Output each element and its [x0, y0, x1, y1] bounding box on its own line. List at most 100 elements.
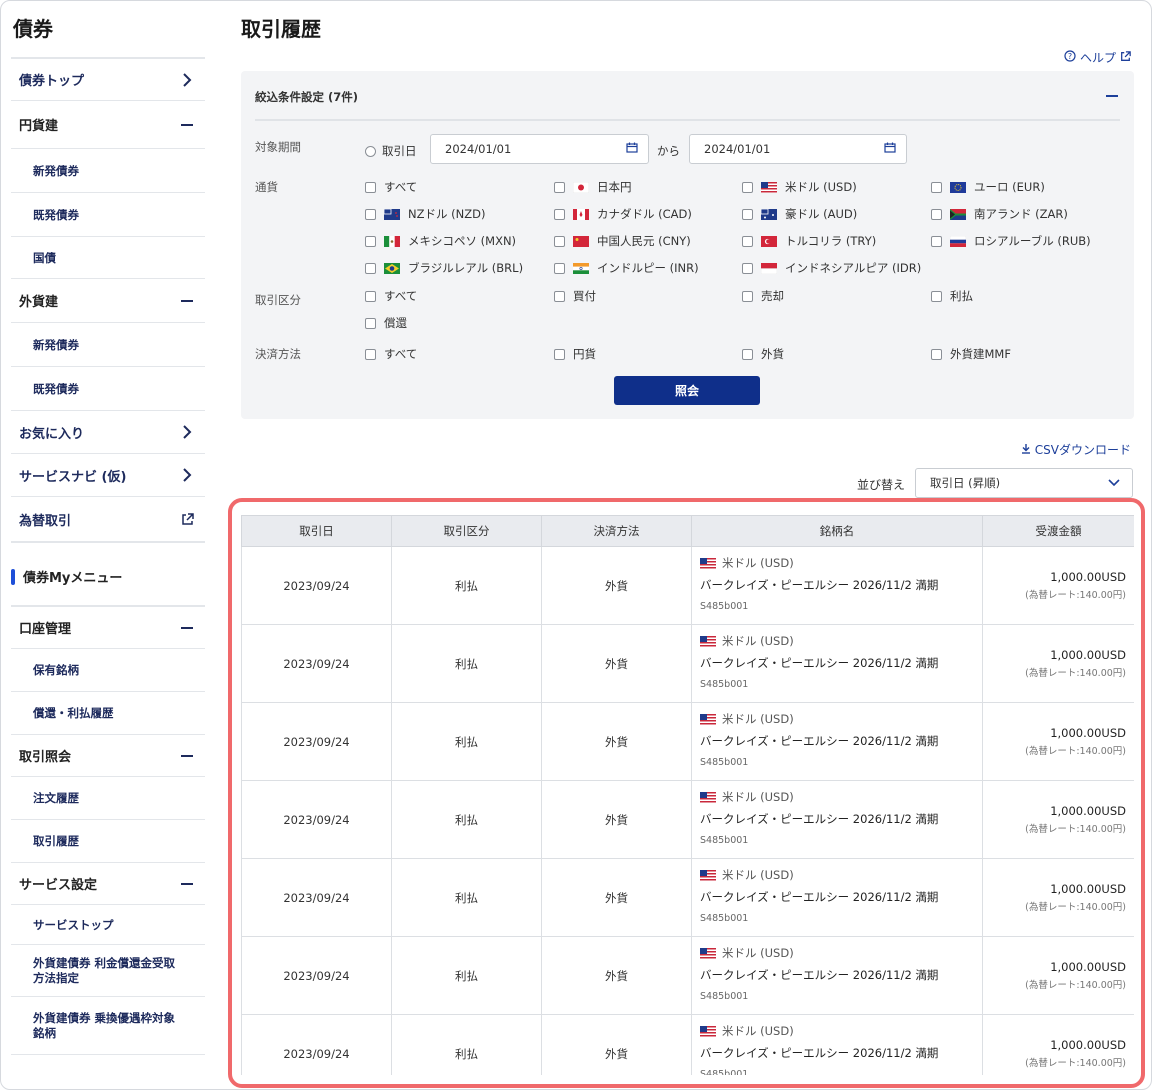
collapse-icon[interactable] [1106, 95, 1118, 97]
bond-name-link[interactable]: バークレイズ・ピーエルシー 2026/11/2 満期 [700, 1045, 982, 1061]
table-row[interactable]: 2023/09/24 利払 外貨 米ドル (USD) バークレイズ・ピーエルシー… [241, 1014, 1134, 1075]
help-link[interactable]: ? ヘルプ [1064, 49, 1131, 66]
currency-option-try[interactable]: トルコリラ (TRY) [742, 233, 876, 249]
trade-type-option-interest[interactable]: 利払 [931, 288, 973, 304]
checkbox[interactable] [742, 181, 753, 193]
currency-option-rub[interactable]: ロシアルーブル (RUB) [931, 233, 1091, 249]
checkbox[interactable] [742, 235, 753, 247]
checkbox[interactable] [365, 317, 376, 329]
table-row[interactable]: 2023/09/24 利払 外貨 米ドル (USD) バークレイズ・ピーエルシー… [241, 780, 1134, 859]
checkbox[interactable] [365, 208, 376, 220]
currency-option-cad[interactable]: カナダドル (CAD) [554, 206, 692, 222]
checkbox[interactable] [365, 235, 376, 247]
search-button[interactable]: 照会 [614, 376, 760, 405]
sidebar-item-holdings[interactable]: 保有銘柄 [11, 649, 205, 692]
bond-name-link[interactable]: バークレイズ・ピーエルシー 2026/11/2 満期 [700, 577, 982, 593]
table-row[interactable]: 2023/09/24 利払 外貨 米ドル (USD) バークレイズ・ピーエルシー… [241, 546, 1134, 625]
sidebar-group-yen[interactable]: 円貨建 [11, 101, 205, 149]
checkbox[interactable] [554, 290, 565, 302]
sidebar-item-receipt-method[interactable]: 外貨建債券 利金償還金受取 方法指定 [11, 945, 205, 997]
sidebar-item-bond-top[interactable]: 債券トップ [11, 57, 205, 101]
currency-option-mxn[interactable]: メキシコペソ (MXN) [365, 233, 516, 249]
currency-option-idr[interactable]: インドネシアルピア (IDR) [742, 260, 921, 276]
trade-type-option-buy[interactable]: 買付 [554, 288, 596, 304]
column-header-bond-name[interactable]: 銘柄名 [691, 515, 983, 547]
sidebar-item-foreign-new[interactable]: 新発債券 [11, 323, 205, 367]
bond-name-link[interactable]: バークレイズ・ピーエルシー 2026/11/2 満期 [700, 733, 982, 749]
currency-option-eur[interactable]: ユーロ (EUR) [931, 179, 1045, 195]
calendar-icon[interactable] [626, 142, 638, 156]
checkbox[interactable] [365, 181, 376, 193]
sidebar-group-account[interactable]: 口座管理 [11, 605, 205, 649]
currency-option-zar[interactable]: 南アランド (ZAR) [931, 206, 1068, 222]
checkbox[interactable] [554, 208, 565, 220]
sidebar-item-switch-benefit[interactable]: 外貨建債券 乗換優遇枠対象 銘柄 [11, 997, 205, 1055]
checkbox[interactable] [931, 348, 942, 360]
column-header-settlement[interactable]: 決済方法 [541, 515, 692, 547]
date-from-input[interactable]: 2024/01/01 [430, 134, 649, 164]
table-row[interactable]: 2023/09/24 利払 外貨 米ドル (USD) バークレイズ・ピーエルシー… [241, 858, 1134, 937]
sidebar-item-service-top[interactable]: サービストップ [11, 905, 205, 945]
sidebar-group-service-settings[interactable]: サービス設定 [11, 863, 205, 905]
checkbox[interactable] [554, 262, 565, 274]
sidebar-item-foreign-existing[interactable]: 既発債券 [11, 367, 205, 411]
bond-name-link[interactable]: バークレイズ・ピーエルシー 2026/11/2 満期 [700, 811, 982, 827]
checkbox[interactable] [554, 181, 565, 193]
checkbox[interactable] [365, 290, 376, 302]
sidebar-group-foreign[interactable]: 外貨建 [11, 279, 205, 323]
checkbox[interactable] [365, 262, 376, 274]
checkbox[interactable] [931, 181, 942, 193]
checkbox[interactable] [365, 348, 376, 360]
cell-date: 2023/09/24 [241, 1014, 392, 1075]
sort-select[interactable]: 取引日 (昇順) [915, 468, 1133, 498]
trade-type-option-sell[interactable]: 売却 [742, 288, 784, 304]
sidebar-item-trade-history[interactable]: 取引履歴 [11, 820, 205, 863]
checkbox[interactable] [742, 290, 753, 302]
checkbox[interactable] [742, 262, 753, 274]
checkbox[interactable] [742, 208, 753, 220]
bond-name-link[interactable]: バークレイズ・ピーエルシー 2026/11/2 満期 [700, 655, 982, 671]
column-header-type[interactable]: 取引区分 [391, 515, 542, 547]
bond-name-link[interactable]: バークレイズ・ピーエルシー 2026/11/2 満期 [700, 889, 982, 905]
sidebar-item-jgb[interactable]: 国債 [11, 237, 205, 279]
checkbox[interactable] [554, 348, 565, 360]
currency-option-inr[interactable]: インドルピー (INR) [554, 260, 699, 276]
currency-option-jpy[interactable]: 日本円 [554, 179, 632, 195]
settlement-option-mmf[interactable]: 外貨建MMF [931, 346, 1011, 362]
checkbox[interactable] [742, 348, 753, 360]
checkbox[interactable] [931, 290, 942, 302]
radio-button[interactable] [365, 145, 376, 157]
currency-option-nzd[interactable]: NZドル (NZD) [365, 206, 485, 222]
sidebar-group-inquiry[interactable]: 取引照会 [11, 735, 205, 777]
trade-type-option-redemption[interactable]: 償還 [365, 315, 407, 331]
calendar-icon[interactable] [884, 142, 896, 156]
checkbox[interactable] [931, 235, 942, 247]
trade-type-option-all[interactable]: すべて [365, 288, 417, 304]
checkbox[interactable] [931, 208, 942, 220]
currency-option-brl[interactable]: ブラジルレアル (BRL) [365, 260, 523, 276]
currency-option-all[interactable]: すべて [365, 179, 417, 195]
table-row[interactable]: 2023/09/24 利払 外貨 米ドル (USD) バークレイズ・ピーエルシー… [241, 936, 1134, 1015]
period-radio[interactable]: 取引日 [365, 143, 417, 159]
sidebar-item-favorites[interactable]: お気に入り [11, 411, 205, 454]
sidebar-item-yen-new[interactable]: 新発債券 [11, 149, 205, 193]
settlement-option-yen[interactable]: 円貨 [554, 346, 596, 362]
table-row[interactable]: 2023/09/24 利払 外貨 米ドル (USD) バークレイズ・ピーエルシー… [241, 702, 1134, 781]
sidebar-item-redemption-history[interactable]: 償還・利払履歴 [11, 692, 205, 735]
settlement-option-all[interactable]: すべて [365, 346, 417, 362]
sidebar-item-order-history[interactable]: 注文履歴 [11, 777, 205, 820]
currency-option-aud[interactable]: 豪ドル (AUD) [742, 206, 857, 222]
currency-option-usd[interactable]: 米ドル (USD) [742, 179, 857, 195]
column-header-amount[interactable]: 受渡金額 [982, 515, 1134, 547]
table-row[interactable]: 2023/09/24 利払 外貨 米ドル (USD) バークレイズ・ピーエルシー… [241, 624, 1134, 703]
sidebar-item-fx[interactable]: 為替取引 [11, 497, 205, 543]
sidebar-item-yen-existing[interactable]: 既発債券 [11, 193, 205, 237]
column-header-date[interactable]: 取引日 [241, 515, 392, 547]
currency-option-cny[interactable]: 中国人民元 (CNY) [554, 233, 691, 249]
date-to-input[interactable]: 2024/01/01 [689, 134, 907, 164]
bond-name-link[interactable]: バークレイズ・ピーエルシー 2026/11/2 満期 [700, 967, 982, 983]
sidebar-item-service-navi[interactable]: サービスナビ (仮) [11, 454, 205, 497]
settlement-option-foreign[interactable]: 外貨 [742, 346, 784, 362]
checkbox[interactable] [554, 235, 565, 247]
csv-download-link[interactable]: CSVダウンロード [1021, 441, 1131, 458]
